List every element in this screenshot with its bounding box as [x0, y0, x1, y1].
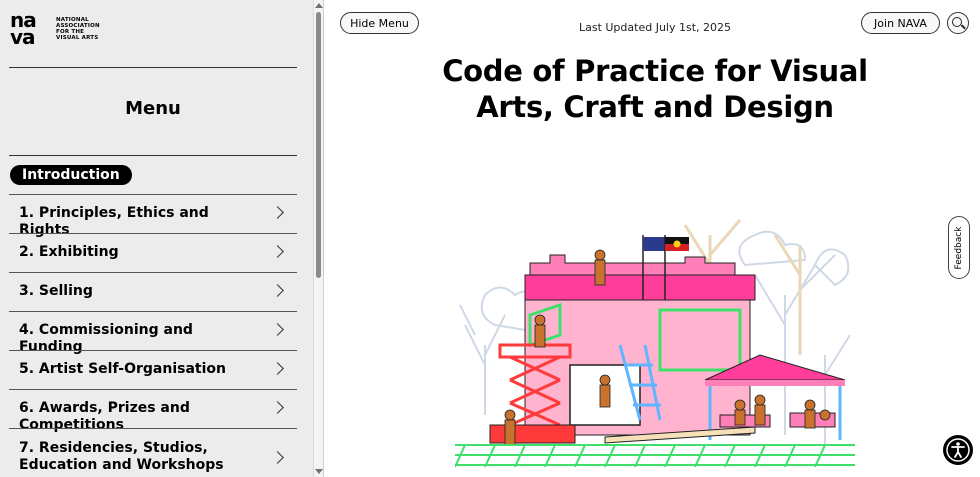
logo-text: NATIONAL ASSOCIATION FOR THE VISUAL ARTS: [56, 17, 116, 41]
menu-item-label: 5. Artist Self-Organisation: [19, 361, 226, 377]
nava-logo[interactable]: na va NATIONAL ASSOCIATION FOR THE VISUA…: [10, 10, 110, 52]
menu-item-self-organisation[interactable]: 5. Artist Self-Organisation: [9, 350, 297, 389]
menu-item-label: 7. Residencies, Studios, Education and W…: [19, 440, 224, 473]
accessibility-icon: [946, 438, 970, 462]
logo-mark-line2: va: [10, 25, 36, 49]
search-icon-handle: [961, 24, 966, 30]
divider: [9, 67, 297, 68]
scrollbar-thumb[interactable]: [316, 12, 321, 278]
menu-item-label: 2. Exhibiting: [19, 244, 119, 260]
logo-mark: na va: [10, 10, 37, 49]
sidebar-scrollbar[interactable]: [313, 0, 324, 477]
feedback-label: Feedback: [954, 226, 964, 269]
menu-item-introduction[interactable]: Introduction: [10, 165, 132, 185]
chevron-right-icon: [271, 245, 284, 258]
hide-menu-button[interactable]: Hide Menu: [340, 12, 419, 34]
ground: [455, 444, 855, 468]
join-nava-button[interactable]: Join NAVA: [861, 12, 940, 34]
divider: [9, 155, 297, 156]
menu-item-selling[interactable]: 3. Selling: [9, 272, 297, 311]
feedback-tab[interactable]: Feedback: [948, 216, 970, 279]
last-updated-text: Last Updated July 1st, 2025: [578, 21, 732, 34]
chevron-right-icon: [271, 401, 284, 414]
chevron-right-icon: [271, 284, 284, 297]
logo-text-line4: VISUAL ARTS: [56, 35, 99, 41]
scroll-up-arrow-icon[interactable]: [315, 3, 323, 8]
scroll-down-arrow-icon[interactable]: [315, 469, 323, 474]
menu-title: Menu: [125, 98, 181, 119]
menu-item-residencies[interactable]: 7. Residencies, Studios, Education and W…: [9, 428, 297, 477]
hero-illustration: [455, 219, 855, 468]
sidebar: na va NATIONAL ASSOCIATION FOR THE VISUA…: [0, 0, 313, 477]
chevron-right-icon: [271, 362, 284, 375]
menu-item-awards[interactable]: 6. Awards, Prizes and Competitions: [9, 389, 297, 433]
menu-item-label: 3. Selling: [19, 283, 93, 299]
menu-item-exhibiting[interactable]: 2. Exhibiting: [9, 233, 297, 272]
chevron-right-icon: [271, 323, 284, 336]
page-title: Code of Practice for Visual Arts, Craft …: [442, 54, 868, 124]
search-button[interactable]: [947, 12, 969, 34]
chevron-right-icon: [271, 206, 284, 219]
menu-item-commissioning[interactable]: 4. Commissioning and Funding: [9, 311, 297, 355]
chevron-right-icon: [271, 451, 284, 464]
menu-item-principles[interactable]: 1. Principles, Ethics and Rights: [9, 194, 297, 238]
accessibility-button[interactable]: [943, 435, 973, 465]
